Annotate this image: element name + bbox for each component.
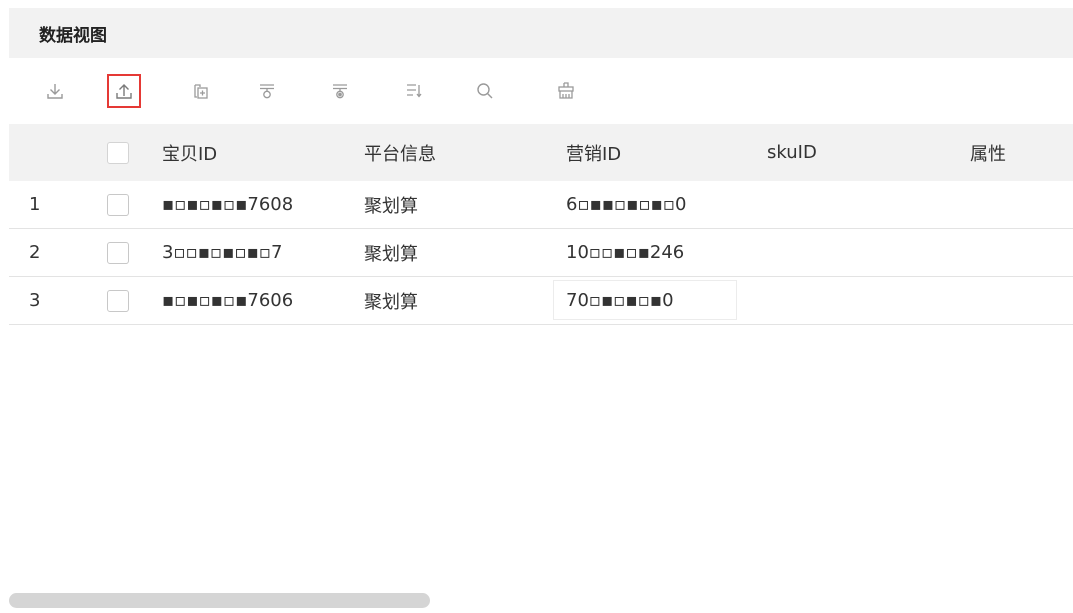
upload-icon: [116, 84, 132, 99]
platform-cell[interactable]: 聚划算: [364, 240, 418, 266]
filter-button[interactable]: [250, 74, 284, 108]
column-header-item-id[interactable]: 宝贝ID: [162, 140, 217, 166]
copy-button[interactable]: [184, 74, 218, 108]
platform-cell[interactable]: 聚划算: [364, 192, 418, 218]
broom-icon: [558, 82, 574, 99]
search-icon: [477, 83, 493, 99]
upload-button[interactable]: [107, 74, 141, 108]
filter-clear-icon: [333, 84, 347, 99]
sort-button[interactable]: [397, 74, 431, 108]
row-checkbox[interactable]: [107, 241, 129, 264]
row-checkbox[interactable]: [107, 289, 129, 312]
panel-title: 数据视图: [39, 25, 107, 46]
marketing-id-cell[interactable]: 70▫▪▫▪▫▪0: [566, 290, 674, 311]
row-checkbox[interactable]: [107, 193, 129, 216]
toolbar: [9, 58, 1073, 124]
filter-icon: [260, 84, 274, 99]
table-header: 宝贝ID 平台信息 营销ID skuID 属性: [9, 124, 1073, 181]
table-row[interactable]: 2 3▫▫▪▫▪▫▪▫7 聚划算 10▫▫▪▫▪246: [9, 229, 1073, 277]
column-header-sku-id[interactable]: skuID: [767, 142, 817, 163]
horizontal-scrollbar[interactable]: [9, 593, 430, 608]
table-row[interactable]: 3 ▪▫▪▫▪▫▪7606 聚划算 70▫▪▫▪▫▪0: [9, 277, 1073, 325]
item-id-cell[interactable]: ▪▫▪▫▪▫▪7606: [162, 290, 293, 311]
column-header-attribute[interactable]: 属性: [970, 140, 1006, 166]
platform-cell[interactable]: 聚划算: [364, 288, 418, 314]
download-icon: [47, 84, 63, 99]
data-table: 宝贝ID 平台信息 营销ID skuID 属性 1 ▪▫▪▫▪▫▪7608 聚划…: [9, 124, 1073, 325]
row-index: 2: [29, 242, 41, 263]
marketing-id-cell[interactable]: 10▫▫▪▫▪246: [566, 242, 684, 263]
item-id-cell[interactable]: ▪▫▪▫▪▫▪7608: [162, 194, 293, 215]
marketing-id-cell[interactable]: 6▫▪▪▫▪▫▪▫0: [566, 194, 687, 215]
row-index: 1: [29, 194, 41, 215]
clear-button[interactable]: [549, 74, 583, 108]
sort-icon: [407, 84, 422, 98]
search-button[interactable]: [468, 74, 502, 108]
download-button[interactable]: [38, 74, 72, 108]
column-header-platform[interactable]: 平台信息: [364, 140, 436, 166]
data-view-panel: 数据视图 宝贝ID 平台信息 营销ID skuID 属性 1 ▪▫▪▫▪▫▪76…: [9, 8, 1073, 613]
filter-clear-button[interactable]: [323, 74, 357, 108]
panel-header: 数据视图: [9, 8, 1073, 58]
table-row[interactable]: 1 ▪▫▪▫▪▫▪7608 聚划算 6▫▪▪▫▪▫▪▫0: [9, 181, 1073, 229]
row-index: 3: [29, 290, 41, 311]
column-header-marketing-id[interactable]: 营销ID: [566, 140, 621, 166]
select-all-checkbox[interactable]: [107, 141, 129, 164]
item-id-cell[interactable]: 3▫▫▪▫▪▫▪▫7: [162, 242, 283, 263]
copy-icon: [194, 84, 208, 99]
